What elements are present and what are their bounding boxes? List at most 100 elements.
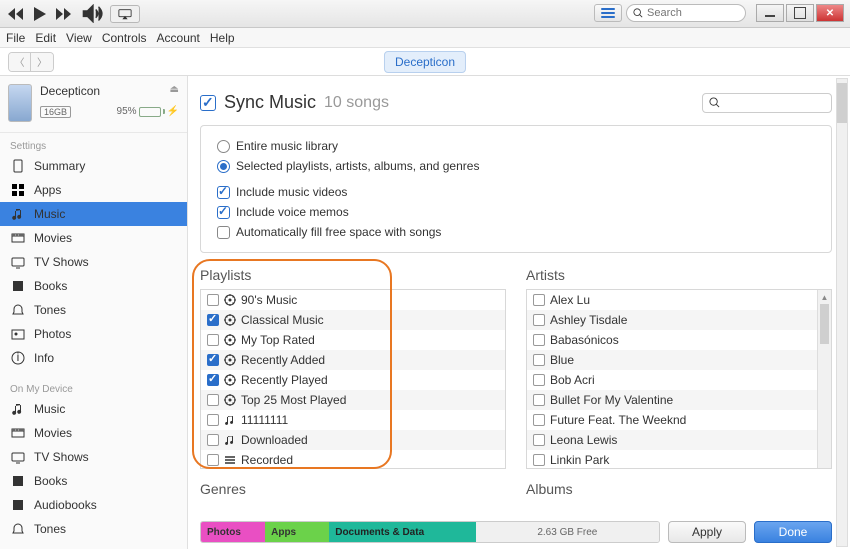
sidebar-item-books[interactable]: Books bbox=[0, 274, 187, 298]
content-search[interactable] bbox=[702, 93, 832, 113]
minimize-button[interactable] bbox=[756, 4, 784, 22]
radio-entire-library[interactable] bbox=[217, 140, 230, 153]
playlist-checkbox[interactable] bbox=[207, 394, 219, 406]
menu-edit[interactable]: Edit bbox=[35, 31, 56, 45]
genres-title: Genres bbox=[200, 481, 506, 497]
artist-row[interactable]: Bullet For My Valentine bbox=[527, 390, 831, 410]
artists-list[interactable]: Alex LuAshley Tisdale Babasónicos BlueBob … bbox=[526, 289, 832, 469]
menu-file[interactable]: File bbox=[6, 31, 25, 45]
sidebar-item-tv-shows[interactable]: TV Shows bbox=[0, 445, 187, 469]
playlist-label: Classical Music bbox=[241, 313, 324, 327]
playlist-row[interactable]: Classical Music bbox=[201, 310, 505, 330]
playlist-row[interactable]: Recently Played bbox=[201, 370, 505, 390]
sidebar-item-label: Info bbox=[34, 351, 54, 365]
menu-view[interactable]: View bbox=[66, 31, 92, 45]
artist-row[interactable]: Ashley Tisdale bbox=[527, 310, 831, 330]
view-mode-button[interactable] bbox=[594, 4, 622, 22]
artist-row[interactable]: Leona Lewis bbox=[527, 430, 831, 450]
sidebar-item-music[interactable]: Music bbox=[0, 397, 187, 421]
sync-music-checkbox[interactable] bbox=[200, 95, 216, 111]
sidebar-item-apps[interactable]: Apps bbox=[0, 178, 187, 202]
eject-button[interactable]: ⏏ bbox=[170, 84, 179, 95]
playlist-row[interactable]: My Top Rated bbox=[201, 330, 505, 350]
device-tab[interactable]: Decepticon bbox=[384, 51, 466, 73]
back-button[interactable]: 〈 bbox=[9, 53, 31, 71]
prev-button[interactable] bbox=[6, 6, 26, 22]
sidebar-item-books[interactable]: Books bbox=[0, 469, 187, 493]
sidebar-item-tones[interactable]: Tones bbox=[0, 517, 187, 541]
sidebar-item-movies[interactable]: Movies bbox=[0, 226, 187, 250]
apply-button[interactable]: Apply bbox=[668, 521, 746, 543]
playlist-row[interactable]: Recorded bbox=[201, 450, 505, 469]
play-button[interactable] bbox=[30, 6, 50, 22]
artist-checkbox[interactable] bbox=[533, 454, 545, 466]
sidebar-item-audiobooks[interactable]: Audiobooks bbox=[0, 493, 187, 517]
sidebar-item-summary[interactable]: Summary bbox=[0, 154, 187, 178]
artist-row[interactable]: Future Feat. The Weeknd bbox=[527, 410, 831, 430]
playlist-row[interactable]: Downloaded bbox=[201, 430, 505, 450]
music-icon bbox=[10, 401, 26, 417]
playlist-row[interactable]: Top 25 Most Played bbox=[201, 390, 505, 410]
airplay-button[interactable] bbox=[110, 5, 140, 23]
check-voice-memos[interactable] bbox=[217, 206, 230, 219]
artist-row[interactable]: Bob Acri bbox=[527, 370, 831, 390]
next-button[interactable] bbox=[54, 6, 74, 22]
check-autofill[interactable] bbox=[217, 226, 230, 239]
artist-checkbox[interactable] bbox=[533, 314, 545, 326]
note-icon bbox=[224, 414, 236, 426]
sidebar-item-label: Movies bbox=[34, 426, 72, 440]
sidebar-item-info[interactable]: iInfo bbox=[0, 346, 187, 370]
artist-row[interactable]: Blue bbox=[527, 350, 831, 370]
tabbar: 〈 〉 Decepticon bbox=[0, 48, 850, 76]
label-music-videos: Include music videos bbox=[236, 185, 347, 199]
playlist-row[interactable]: Recently Added bbox=[201, 350, 505, 370]
artist-label: Babasónicos bbox=[550, 333, 619, 347]
menu-controls[interactable]: Controls bbox=[102, 31, 147, 45]
done-button[interactable]: Done bbox=[754, 521, 832, 543]
global-search-input[interactable] bbox=[647, 7, 737, 19]
volume-icon[interactable] bbox=[82, 6, 104, 22]
maximize-button[interactable] bbox=[786, 4, 814, 22]
artist-checkbox[interactable] bbox=[533, 414, 545, 426]
playlist-label: Recorded bbox=[241, 453, 293, 467]
sidebar-item-music[interactable]: Music bbox=[0, 202, 187, 226]
artist-checkbox[interactable] bbox=[533, 334, 545, 346]
artist-checkbox[interactable] bbox=[533, 394, 545, 406]
sidebar-item-tv-shows[interactable]: TV Shows bbox=[0, 250, 187, 274]
playlist-checkbox[interactable] bbox=[207, 454, 219, 466]
playlist-row[interactable]: 11111111 bbox=[201, 410, 505, 430]
artist-row[interactable]: Babasónicos bbox=[527, 330, 831, 350]
close-button[interactable]: ✕ bbox=[816, 4, 844, 22]
playlist-checkbox[interactable] bbox=[207, 434, 219, 446]
artist-row[interactable]: Linkin Park bbox=[527, 450, 831, 469]
playlist-checkbox[interactable] bbox=[207, 334, 219, 346]
playlist-checkbox[interactable] bbox=[207, 414, 219, 426]
artist-checkbox[interactable] bbox=[533, 434, 545, 446]
artist-checkbox[interactable] bbox=[533, 374, 545, 386]
sidebar-settings-title: Settings bbox=[0, 139, 187, 154]
sidebar-item-photos[interactable]: Photos bbox=[0, 322, 187, 346]
menu-account[interactable]: Account bbox=[157, 31, 200, 45]
radio-selected-playlists[interactable] bbox=[217, 160, 230, 173]
menu-help[interactable]: Help bbox=[210, 31, 235, 45]
check-music-videos[interactable] bbox=[217, 186, 230, 199]
playlist-checkbox[interactable] bbox=[207, 314, 219, 326]
sidebar-item-label: Books bbox=[34, 474, 67, 488]
sidebar-item-movies[interactable]: Movies bbox=[0, 421, 187, 445]
sidebar-item-label: Music bbox=[34, 402, 65, 416]
forward-button[interactable]: 〉 bbox=[31, 53, 53, 71]
playlists-list[interactable]: 90's MusicClassical MusicMy Top RatedRec… bbox=[200, 289, 506, 469]
playlist-checkbox[interactable] bbox=[207, 354, 219, 366]
sidebar-item-tones[interactable]: Tones bbox=[0, 298, 187, 322]
artist-checkbox[interactable] bbox=[533, 294, 545, 306]
playlist-checkbox[interactable] bbox=[207, 374, 219, 386]
artist-checkbox[interactable] bbox=[533, 354, 545, 366]
sidebar-item-label: Photos bbox=[34, 327, 71, 341]
playlist-row[interactable]: 90's Music bbox=[201, 290, 505, 310]
global-search[interactable] bbox=[626, 4, 746, 22]
artists-scrollbar[interactable]: ▲ bbox=[817, 290, 831, 468]
device-name: Decepticon bbox=[40, 84, 100, 98]
playlist-checkbox[interactable] bbox=[207, 294, 219, 306]
content-scrollbar[interactable] bbox=[836, 78, 848, 547]
artist-row[interactable]: Alex Lu bbox=[527, 290, 831, 310]
